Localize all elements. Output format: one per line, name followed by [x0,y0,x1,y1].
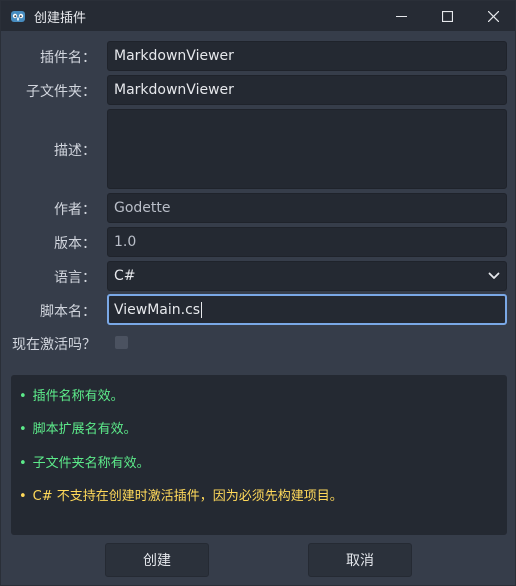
subfolder-input[interactable]: MarkdownViewer [107,75,507,105]
chevron-down-icon [488,270,500,286]
bullet: • [19,422,27,437]
language-label: 语言： [54,270,96,286]
activate-now-label: 现在激活吗？ [12,337,96,353]
title-bar[interactable]: 创建插件 [1,1,515,31]
create-plugin-dialog: 创建插件 插件名： MarkdownViewer 子文件夹： MarkdownV… [0,0,516,586]
bullet: • [19,456,27,471]
script-name-input[interactable]: ViewMain.cs [107,294,507,325]
plugin-name-value: MarkdownViewer [114,48,234,64]
author-label: 作者： [54,202,96,218]
message-item: • C# 不支持在创建时激活插件，因为必须先构建项目。 [19,485,343,504]
subfolder-label: 子文件夹： [26,84,96,100]
activate-now-checkbox[interactable] [115,336,128,349]
godot-icon [10,8,26,24]
script-name-label: 脚本名： [40,304,96,320]
version-label: 版本： [54,236,96,252]
bullet: • [19,389,27,404]
description-textarea[interactable] [107,109,507,189]
language-select[interactable]: C# [107,261,507,291]
cancel-button[interactable]: 取消 [308,543,412,577]
message-text: 脚本扩展名有效。 [32,422,137,437]
version-input[interactable]: 1.0 [107,227,507,257]
plugin-name-input[interactable]: MarkdownViewer [107,41,507,71]
message-item: • 子文件夹名称有效。 [19,452,150,471]
message-text: 插件名称有效。 [32,389,124,404]
create-button[interactable]: 创建 [105,543,209,577]
plugin-name-label: 插件名： [40,50,96,66]
message-item: • 插件名称有效。 [19,385,124,404]
validation-messages: • 插件名称有效。 • 脚本扩展名有效。 • 子文件夹名称有效。 • C# 不支持在创建… [11,375,507,535]
window-title: 创建插件 [34,11,87,26]
description-label: 描述： [54,143,96,159]
bullet: • [19,489,27,504]
message-item: • 脚本扩展名有效。 [19,418,137,437]
close-icon [487,10,499,22]
minimize-icon [395,11,407,22]
maximize-icon [441,10,453,22]
maximize-button[interactable] [424,1,470,31]
close-button[interactable] [470,1,516,31]
script-name-value: ViewMain.cs [114,301,201,318]
minimize-button[interactable] [378,1,424,31]
version-value: 1.0 [114,234,137,250]
text-caret [201,301,203,318]
author-input[interactable]: Godette [107,193,507,223]
author-value: Godette [114,200,171,216]
language-selected: C# [114,268,136,284]
message-text: 子文件夹名称有效。 [32,456,150,471]
message-text: C# 不支持在创建时激活插件，因为必须先构建项目。 [32,489,343,504]
subfolder-value: MarkdownViewer [114,82,234,98]
